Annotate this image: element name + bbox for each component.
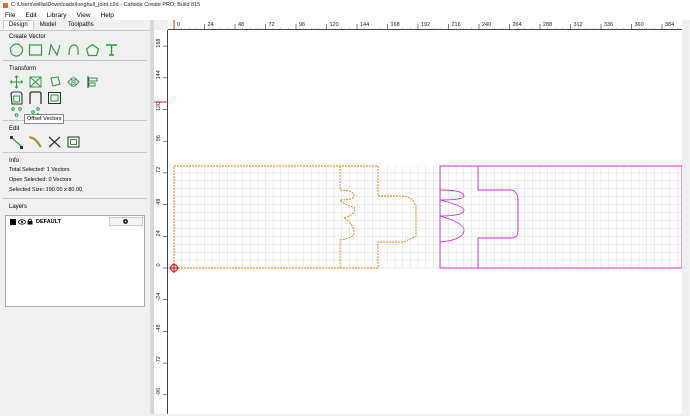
layer-row[interactable]: DEFAULT [6, 216, 144, 227]
v-tick-label: 120 [156, 102, 162, 111]
polyline-icon[interactable] [47, 43, 62, 57]
layers-panel: DEFAULT [5, 215, 145, 307]
h-tick-label: 72 [269, 22, 275, 28]
separator [3, 152, 147, 153]
menu-view[interactable]: View [72, 12, 96, 19]
menu-help[interactable]: Help [96, 12, 119, 19]
transform-tools-row2 [0, 90, 150, 106]
text-icon[interactable] [104, 43, 119, 57]
h-tick-label: 0 [177, 22, 180, 28]
mode-tabs: Design Model Toolpaths [0, 20, 150, 31]
vertical-ruler: 168 144 120 96 72 48 24 0 -24 -48 -72 -96 [154, 30, 168, 414]
circle-icon[interactable] [9, 43, 24, 57]
tab-model[interactable]: Model [34, 20, 62, 30]
info-open-selected: Open Selected: 0 Vectors [9, 177, 72, 183]
sidebar: Design Model Toolpaths Create Vector Tra… [0, 20, 150, 414]
bounding-box-icon[interactable] [66, 135, 81, 149]
v-tick-label: -72 [156, 356, 162, 364]
info-total-selected: Total Selected: 1 Vectors [9, 167, 70, 173]
v-tick-label: 72 [156, 167, 162, 173]
smooth-icon[interactable] [28, 135, 43, 149]
mirror-icon[interactable] [66, 75, 81, 89]
h-tick-label: 312 [574, 22, 583, 28]
separator [3, 198, 147, 199]
transform-tools-row1 [0, 74, 150, 90]
v-tick-label: 24 [156, 230, 162, 236]
visibility-eye-icon[interactable] [18, 218, 26, 225]
align-icon[interactable] [85, 75, 100, 89]
h-tick-label: 192 [421, 22, 430, 28]
join-icon[interactable] [28, 91, 43, 105]
lock-icon[interactable] [27, 218, 33, 225]
h-tick-label: 120 [330, 22, 339, 28]
array-icon[interactable] [9, 105, 24, 119]
weld-icon[interactable] [47, 91, 62, 105]
layer-color-swatch[interactable] [10, 218, 16, 225]
move-icon[interactable] [9, 75, 24, 89]
edit-heading: Edit [9, 126, 20, 132]
origin-marker [169, 263, 179, 273]
menu-file[interactable]: File [0, 12, 20, 19]
node-edit-icon[interactable] [9, 135, 24, 149]
window-title: C:\Users\willia\Downloads\longhull_joint… [11, 2, 201, 8]
v-tick-label: -96 [156, 388, 162, 396]
vertical-ruler-ticks: 168 144 120 96 72 48 24 0 -24 -48 -72 -96 [154, 39, 168, 396]
menu-library[interactable]: Library [42, 12, 72, 19]
create-vector-heading: Create Vector [9, 34, 46, 40]
vertical-scrollbar[interactable] [682, 20, 690, 414]
h-tick-label: 336 [604, 22, 613, 28]
v-tick-label: 168 [156, 39, 162, 48]
title-bar: C:\Users\willia\Downloads\longhull_joint… [0, 0, 690, 10]
layers-heading: Layers [9, 204, 28, 210]
h-tick-label: 96 [299, 22, 305, 28]
rectangle-icon[interactable] [28, 43, 43, 57]
info-heading: Info [9, 158, 20, 164]
tooltip-offset-vectors: Offset Vectors [24, 114, 65, 124]
h-tick-label: 48 [238, 22, 244, 28]
curve-icon[interactable] [66, 43, 81, 57]
create-vector-tools [0, 42, 150, 58]
v-tick-label: 0 [156, 263, 162, 266]
v-tick-label: 96 [156, 135, 162, 141]
polygon-icon[interactable] [85, 43, 100, 57]
transform-tools-row3 [0, 106, 150, 118]
h-tick-label: 144 [360, 22, 369, 28]
h-tick-label: 384 [665, 22, 674, 28]
h-tick-label: 168 [391, 22, 400, 28]
grid [173, 166, 682, 269]
app-icon [3, 2, 8, 8]
h-tick-label: 360 [635, 22, 644, 28]
rotate-icon[interactable] [47, 75, 62, 89]
v-tick-label: -48 [156, 324, 162, 332]
info-selected-size: Selected Size: 190.00 x 80.00 [9, 187, 83, 193]
horizontal-ruler-ticks: 0 24 48 72 96 120 144 168 192 216 240 264 288 312 336 3… [173, 20, 678, 30]
tab-toolpaths[interactable]: Toolpaths [62, 20, 100, 30]
menu-bar: File Edit Library View Help [0, 10, 690, 20]
transform-heading: Transform [9, 66, 37, 72]
v-tick-label: 144 [156, 70, 162, 79]
canvas-drawing[interactable] [168, 30, 683, 414]
h-tick-label: 288 [543, 22, 552, 28]
trim-icon[interactable] [47, 135, 62, 149]
v-tick-label: 48 [156, 199, 162, 205]
horizontal-ruler: 0 24 48 72 96 120 144 168 192 216 240 264 288 312 336 3… [168, 20, 682, 30]
offset-vectors-icon[interactable] [9, 91, 24, 105]
scale-icon[interactable] [28, 75, 43, 89]
magenta-vector-right-piece[interactable] [439, 165, 683, 269]
menu-edit[interactable]: Edit [20, 12, 41, 19]
layer-name: DEFAULT [36, 218, 61, 225]
tab-design[interactable]: Design [3, 20, 34, 30]
edit-tools [0, 134, 150, 150]
gear-icon [123, 219, 129, 224]
h-tick-label: 264 [513, 22, 522, 28]
h-tick-label: 216 [452, 22, 461, 28]
h-tick-label: 240 [482, 22, 491, 28]
h-tick-label: 24 [208, 22, 214, 28]
v-tick-label: -24 [156, 293, 162, 301]
design-canvas[interactable] [168, 30, 683, 414]
layer-settings-button[interactable] [108, 217, 143, 226]
separator [3, 60, 147, 61]
